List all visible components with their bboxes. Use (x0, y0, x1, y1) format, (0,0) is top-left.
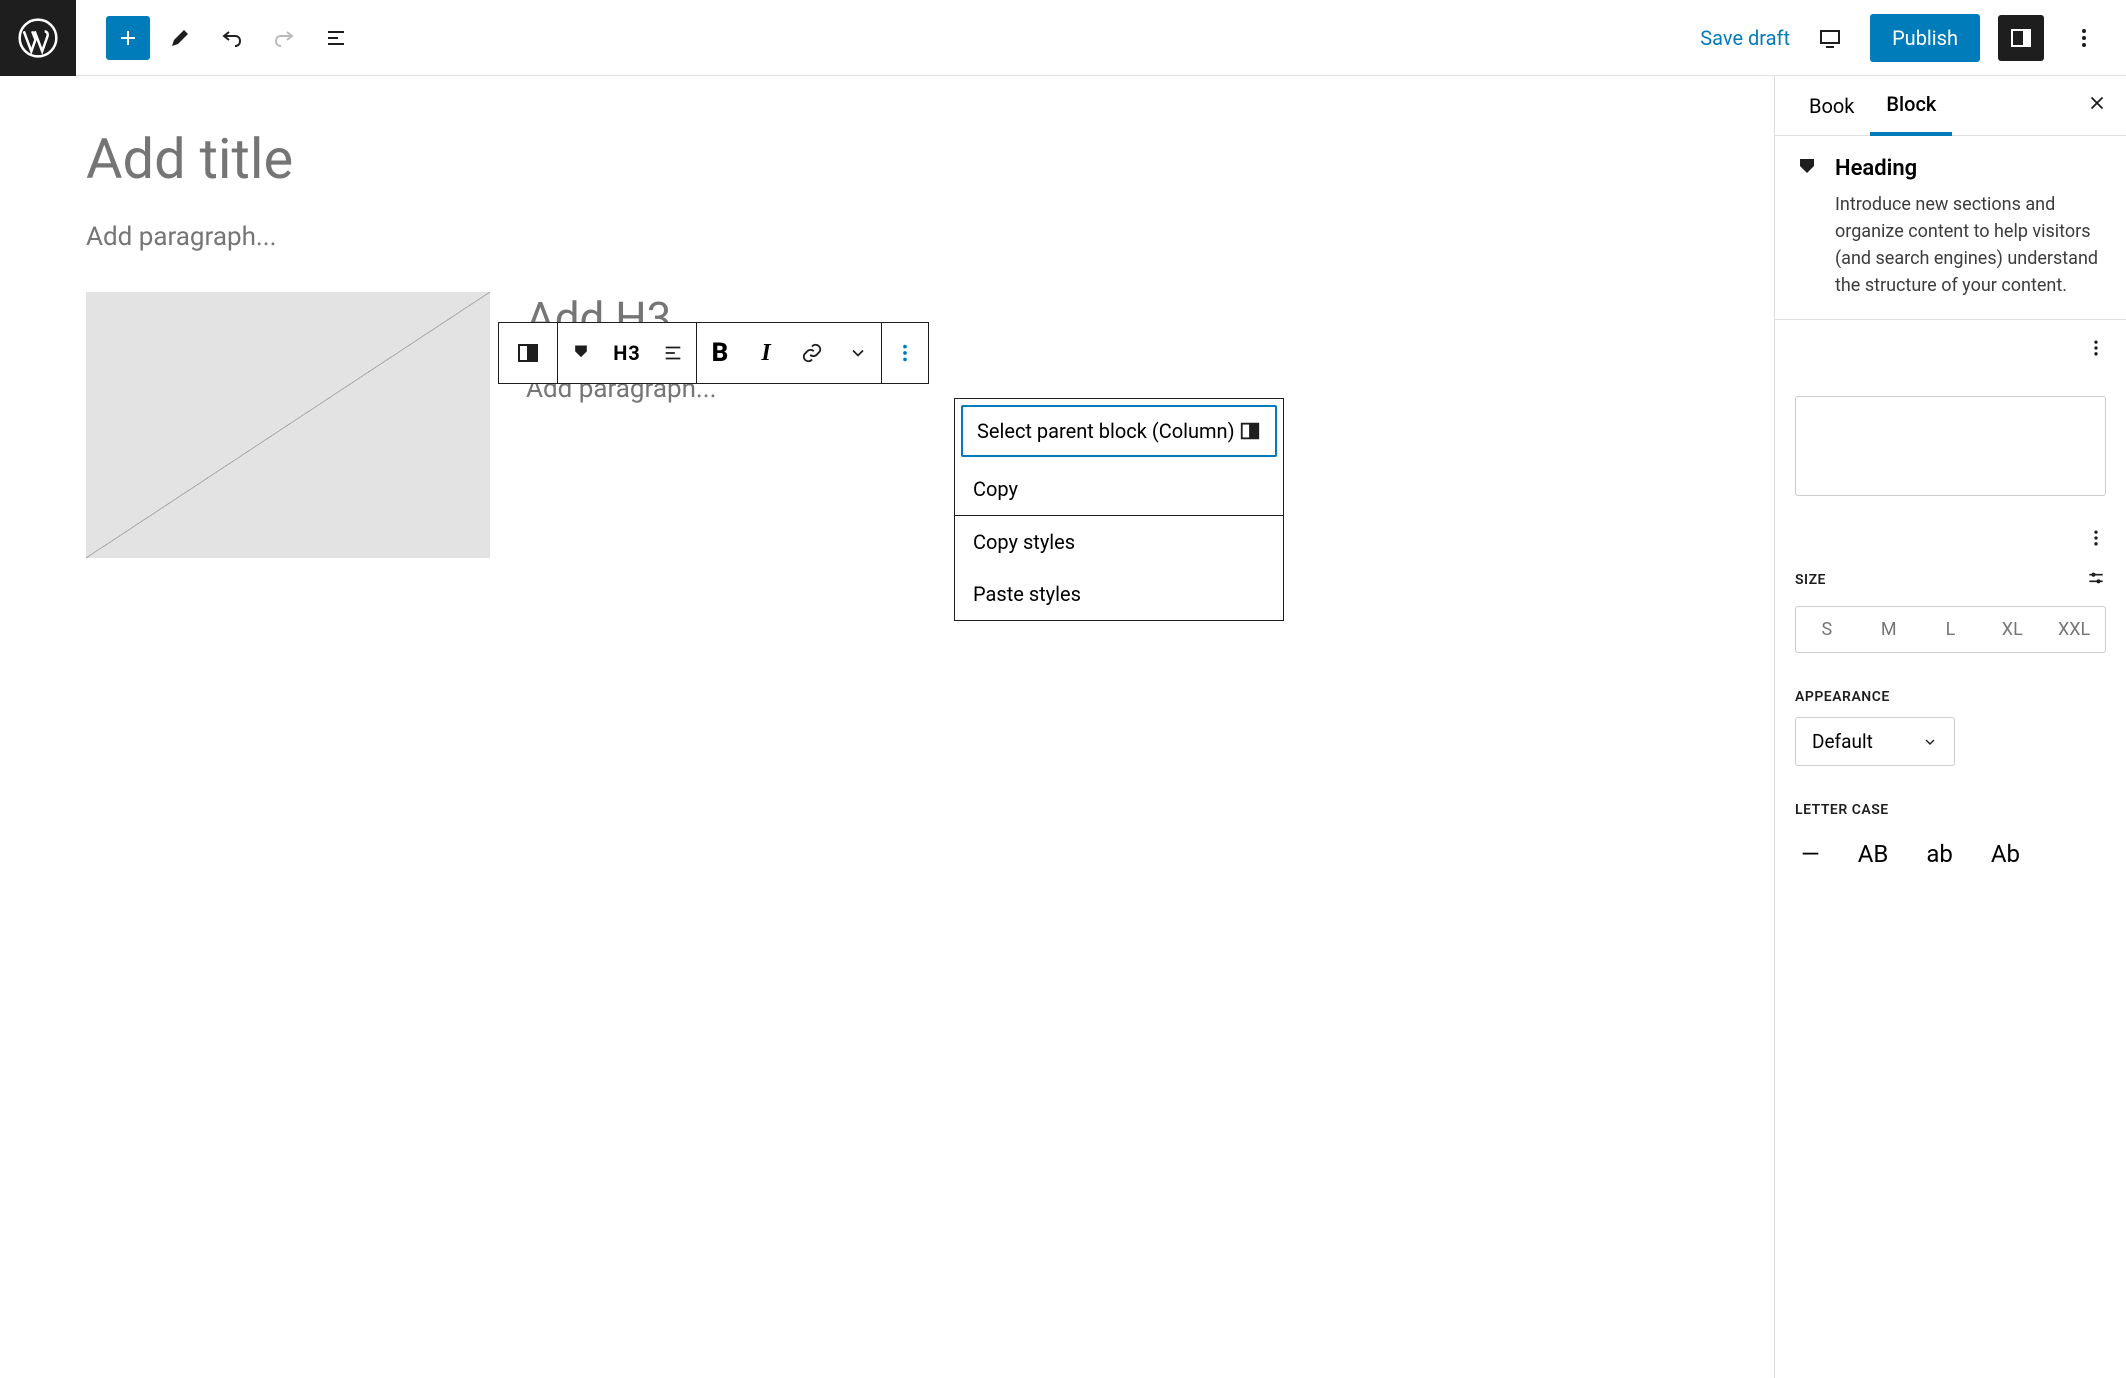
settings-sidebar-toggle[interactable] (1998, 15, 2044, 61)
size-xl-button[interactable]: XL (1981, 607, 2043, 652)
block-options-dropdown: Select parent block (Column) Copy Copy s… (954, 398, 1284, 621)
more-formatting-button[interactable] (835, 323, 881, 383)
link-button[interactable] (789, 323, 835, 383)
size-settings-icon[interactable] (2086, 568, 2106, 592)
panel-placeholder (1795, 396, 2106, 496)
close-sidebar-button[interactable] (2086, 92, 2108, 120)
size-l-button[interactable]: L (1920, 607, 1982, 652)
image-placeholder-block[interactable] (86, 292, 490, 558)
block-info-title: Heading (1835, 156, 2106, 181)
italic-button[interactable]: I (743, 323, 789, 383)
block-options-button[interactable] (882, 323, 928, 383)
block-toolbar: H3 B I (498, 322, 929, 384)
size-label: SIZE (1795, 572, 1826, 588)
text-align-button[interactable] (650, 323, 696, 383)
paste-styles-menu-item[interactable]: Paste styles (955, 568, 1283, 620)
lettercase-upper-button[interactable]: AB (1852, 836, 1895, 872)
appearance-label: APPEARANCE (1795, 689, 2106, 705)
select-parent-menu-item[interactable]: Select parent block (Column) (961, 405, 1277, 457)
paragraph-block[interactable]: Add paragraph... (86, 222, 1688, 252)
size-s-button[interactable]: S (1796, 607, 1858, 652)
lettercase-label: LETTER CASE (1795, 802, 2106, 818)
appearance-dropdown[interactable]: Default (1795, 717, 1955, 766)
options-button[interactable] (2062, 16, 2106, 60)
toolbar-right: Save draft Publish (1700, 14, 2126, 62)
bold-button[interactable]: B (697, 323, 743, 383)
panel-more-button[interactable] (2086, 338, 2106, 364)
copy-menu-item[interactable]: Copy (955, 463, 1283, 515)
toolbar-left (76, 16, 358, 60)
view-button[interactable] (1808, 16, 1852, 60)
wordpress-logo[interactable] (0, 0, 76, 76)
appearance-value: Default (1812, 730, 1873, 753)
column-icon (1239, 420, 1261, 442)
publish-button[interactable]: Publish (1870, 14, 1980, 62)
tab-book[interactable]: Book (1793, 76, 1870, 136)
heading-level-button[interactable]: H3 (604, 323, 650, 383)
heading-block-icon (1795, 156, 1819, 180)
block-info-panel: Heading Introduce new sections and organ… (1775, 136, 2126, 320)
editor-canvas[interactable]: Add title Add paragraph... Add H3... Add… (0, 76, 1774, 1378)
settings-sidebar: Book Block Heading Introduce new section… (1774, 76, 2126, 1378)
lettercase-capitalize-button[interactable]: Ab (1985, 836, 2026, 872)
edit-tool-button[interactable] (158, 16, 202, 60)
sidebar-tabs: Book Block (1775, 76, 2126, 136)
size-m-button[interactable]: M (1858, 607, 1920, 652)
parent-block-button[interactable] (499, 323, 557, 383)
size-button-group: S M L XL XXL (1795, 606, 2106, 653)
undo-button[interactable] (210, 16, 254, 60)
chevron-down-icon (1922, 734, 1938, 750)
redo-button[interactable] (262, 16, 306, 60)
top-toolbar: Save draft Publish (0, 0, 2126, 76)
tab-block[interactable]: Block (1870, 76, 1952, 136)
post-title-input[interactable]: Add title (86, 126, 1688, 192)
document-outline-button[interactable] (314, 16, 358, 60)
lettercase-lower-button[interactable]: ab (1920, 836, 1959, 872)
menu-item-label: Select parent block (Column) (977, 419, 1235, 443)
panel-more-button[interactable] (2086, 528, 2106, 554)
lettercase-none-button[interactable]: — (1795, 836, 1826, 872)
save-draft-button[interactable]: Save draft (1700, 26, 1790, 50)
block-type-button[interactable] (558, 323, 604, 383)
size-xxl-button[interactable]: XXL (2043, 607, 2105, 652)
add-block-button[interactable] (106, 16, 150, 60)
block-info-description: Introduce new sections and organize cont… (1835, 191, 2106, 299)
lettercase-button-group: — AB ab Ab (1795, 826, 2106, 872)
copy-styles-menu-item[interactable]: Copy styles (955, 516, 1283, 568)
